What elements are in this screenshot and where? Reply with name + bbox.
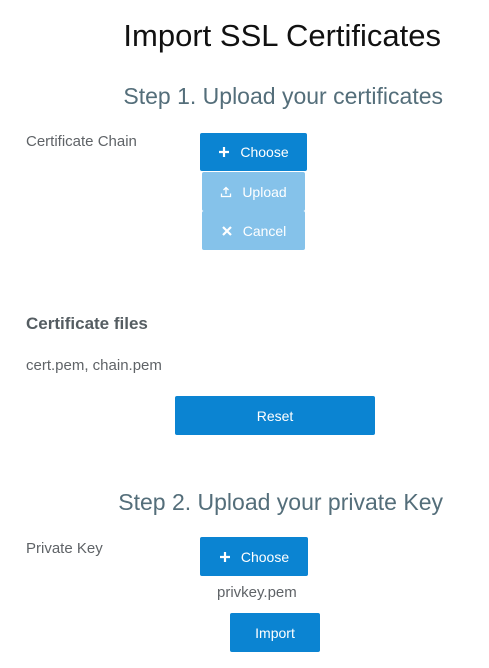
certificate-files-heading: Certificate files bbox=[26, 314, 148, 333]
choose-private-key-label: Choose bbox=[240, 548, 290, 565]
reset-label: Reset bbox=[256, 407, 294, 424]
plus-icon bbox=[218, 146, 230, 158]
import-button[interactable]: Import bbox=[230, 613, 320, 652]
upload-certificate-label: Upload bbox=[242, 183, 287, 200]
upload-certificate-button[interactable]: Upload bbox=[202, 172, 305, 211]
cancel-upload-button[interactable]: Cancel bbox=[202, 211, 305, 250]
upload-icon bbox=[220, 186, 232, 198]
step2-title: Step 2. Upload your private Key bbox=[118, 489, 443, 515]
step1-title: Step 1. Upload your certificates bbox=[123, 83, 443, 109]
cancel-upload-label: Cancel bbox=[242, 222, 287, 239]
reset-button[interactable]: Reset bbox=[175, 396, 375, 435]
choose-certificate-button[interactable]: Choose bbox=[200, 133, 307, 171]
choose-certificate-label: Choose bbox=[240, 144, 289, 160]
private-key-label: Private Key bbox=[26, 540, 103, 557]
page-title: Import SSL Certificates bbox=[123, 18, 441, 53]
choose-private-key-button[interactable]: Choose bbox=[200, 537, 308, 576]
close-icon bbox=[221, 225, 233, 237]
certificate-chain-label: Certificate Chain bbox=[26, 133, 137, 150]
private-key-file-name: privkey.pem bbox=[217, 584, 297, 601]
plus-icon bbox=[219, 551, 231, 563]
certificate-files-list: cert.pem, chain.pem bbox=[26, 357, 162, 374]
import-label: Import bbox=[255, 624, 295, 641]
